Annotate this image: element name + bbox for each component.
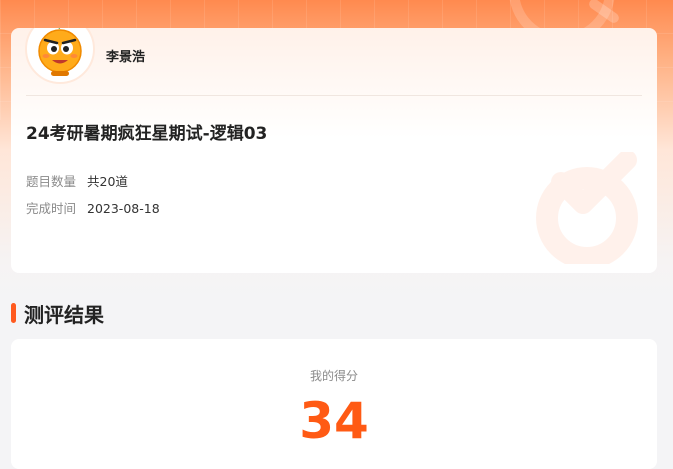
completion-time-label: 完成时间 [26,201,77,216]
question-count-row: 题目数量 共20道 [26,171,128,190]
exam-info-card: 李景浩 24考研暑期疯狂星期试-逻辑03 题目数量 共20道 完成时间 2023-0… [11,28,657,273]
question-count-value: 共20道 [87,174,128,189]
score-label: 我的得分 [309,369,358,383]
section-header: 测评结果 [11,300,104,327]
avatar[interactable] [25,28,95,84]
completion-time-row: 完成时间 2023-08-18 [26,198,160,217]
orange-mascot-icon [38,28,82,76]
question-count-label: 题目数量 [26,174,77,189]
score-value: 34 [299,392,369,450]
result-card: 我的得分 34 [11,339,657,469]
completion-time-value: 2023-08-18 [87,201,160,216]
exam-title: 24考研暑期疯狂星期试-逻辑03 [26,124,268,144]
checkmark-watermark-icon [531,150,643,269]
username: 李景浩 [106,50,146,65]
section-accent-bar [11,303,16,323]
divider [26,95,642,96]
section-title: 测评结果 [24,302,104,327]
